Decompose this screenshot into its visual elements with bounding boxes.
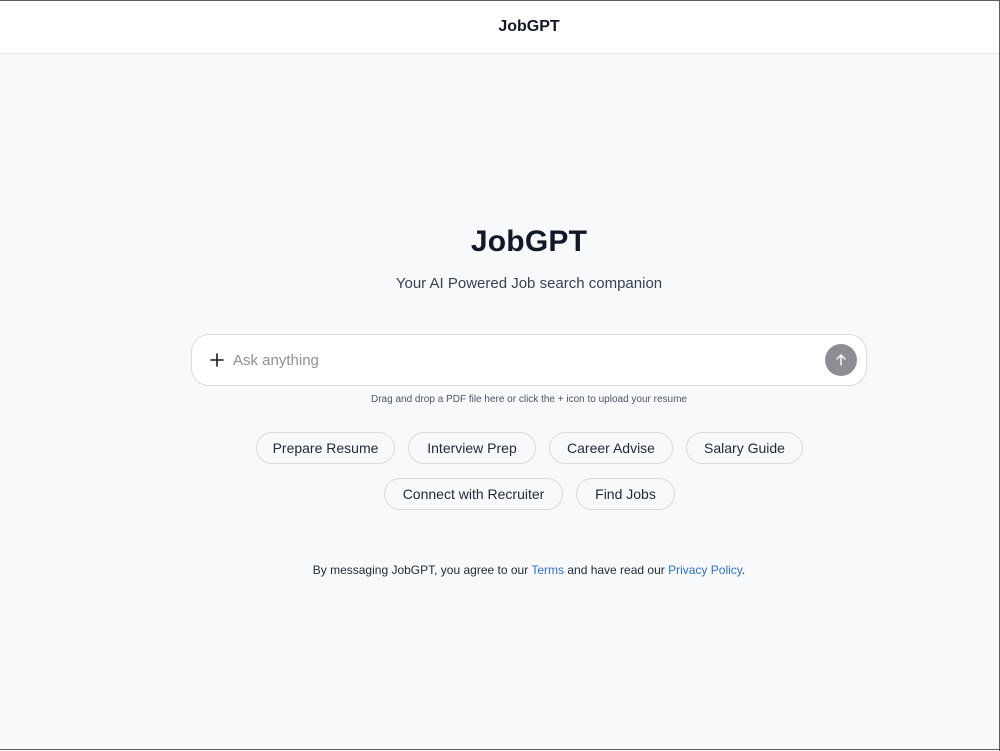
app-title: JobGPT (498, 18, 560, 35)
privacy-policy-link[interactable]: Privacy Policy (668, 563, 742, 577)
top-bar: JobGPT (0, 1, 1000, 54)
legal-notice: By messaging JobGPT, you agree to our Te… (0, 563, 1000, 577)
upload-hint: Drag and drop a PDF file here or click t… (371, 394, 687, 405)
legal-text-prefix: By messaging JobGPT, you agree to our (312, 563, 529, 577)
suggestion-chip-career-advise[interactable]: Career Advise (549, 432, 673, 464)
plus-icon (210, 353, 224, 367)
chat-box (191, 334, 867, 386)
suggestion-chip-connect-recruiter[interactable]: Connect with Recruiter (384, 478, 563, 510)
legal-text-middle: and have read our (567, 563, 665, 577)
legal-text-suffix: . (741, 563, 746, 577)
hero-subtitle: Your AI Powered Job search companion (395, 275, 663, 292)
suggestion-chip-interview-prep[interactable]: Interview Prep (408, 432, 536, 464)
suggestion-chip-find-jobs[interactable]: Find Jobs (576, 478, 675, 510)
send-button[interactable] (825, 344, 857, 376)
upload-button[interactable] (207, 350, 227, 370)
arrow-up-icon (836, 354, 846, 366)
chat-input[interactable] (233, 345, 825, 375)
suggestion-chip-prepare-resume[interactable]: Prepare Resume (256, 432, 395, 464)
hero-title: JobGPT (470, 225, 588, 258)
terms-link[interactable]: Terms (531, 563, 564, 577)
suggestion-chip-salary-guide[interactable]: Salary Guide (686, 432, 803, 464)
